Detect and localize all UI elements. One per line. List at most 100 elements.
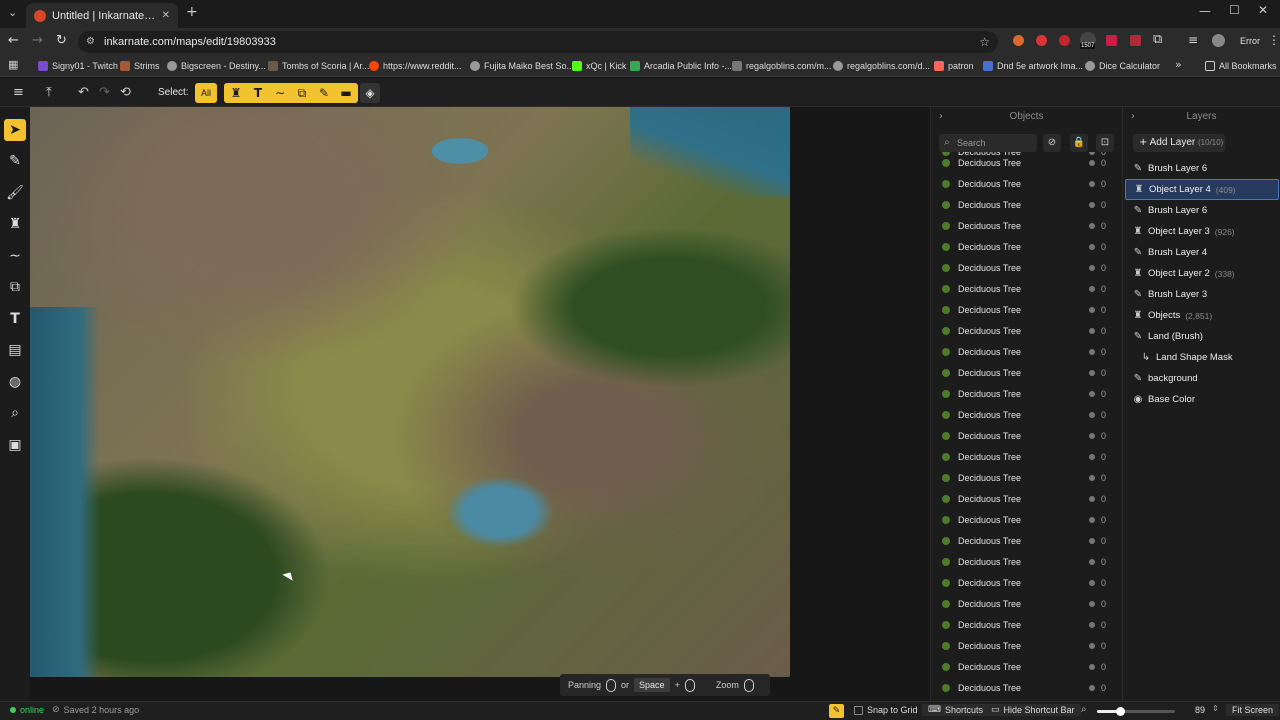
object-list-item[interactable]: Deciduous Tree 0 — [931, 299, 1123, 320]
layer-item[interactable]: ✎ Brush Layer 6 — [1125, 158, 1279, 179]
select-tool-icon[interactable]: ➤ — [4, 119, 26, 141]
select-paths-icon[interactable]: ∼ — [271, 86, 289, 100]
checkbox[interactable] — [854, 705, 863, 715]
browser-tab[interactable]: Untitled | Inkarnate - Create Fa ✕ — [26, 3, 178, 28]
reading-list-icon[interactable]: ≡ — [1188, 33, 1198, 47]
select-folder-icon[interactable]: ▬ — [337, 86, 355, 100]
zoom-stepper-icon[interactable]: ⇕ — [1212, 704, 1219, 713]
history-icon[interactable]: ⟲ — [120, 85, 131, 100]
new-tab-icon[interactable]: + — [186, 4, 198, 20]
object-list-item[interactable]: Deciduous Tree 0 — [931, 572, 1123, 593]
object-list-item[interactable]: Deciduous Tree 0 — [931, 173, 1123, 194]
object-list-item[interactable]: Deciduous Tree 0 — [931, 236, 1123, 257]
visibility-eye-icon[interactable] — [1089, 369, 1095, 376]
bookmark-item[interactable]: Dice Calculator — [1085, 59, 1160, 73]
brush-tool-icon[interactable]: 🖌 — [4, 182, 26, 204]
collapse-layers-icon[interactable]: › — [1131, 107, 1135, 127]
fit-screen-button[interactable]: Fit Screen — [1226, 704, 1280, 716]
bookmark-item[interactable]: Dnd 5e artwork Ima... — [983, 59, 1083, 73]
hide-objects-icon[interactable]: ⊘ — [1043, 134, 1061, 152]
shortcuts-button[interactable]: ⌨ Shortcuts — [922, 704, 990, 716]
select-text-icon[interactable]: T — [249, 86, 267, 100]
extension-icon[interactable] — [1013, 35, 1024, 46]
object-list-item[interactable]: Deciduous Tree 0 — [931, 635, 1123, 656]
object-list-item[interactable]: Deciduous Tree 0 — [931, 530, 1123, 551]
object-list-item[interactable]: Deciduous Tree 0 — [931, 320, 1123, 341]
visibility-eye-icon[interactable] — [1089, 348, 1095, 355]
object-list-item[interactable]: Deciduous Tree 0 — [931, 425, 1123, 446]
maximize-icon[interactable]: ☐ — [1229, 3, 1240, 17]
visibility-eye-icon[interactable] — [1089, 411, 1095, 418]
visibility-eye-icon[interactable] — [1089, 285, 1095, 292]
path-tool-icon[interactable]: ∼ — [4, 245, 26, 267]
bookmark-item[interactable]: patron — [934, 59, 974, 73]
visibility-eye-icon[interactable] — [1089, 684, 1095, 691]
layer-item[interactable]: ↳ Land Shape Mask — [1125, 347, 1279, 368]
zoom-value[interactable]: 89 — [1195, 705, 1205, 715]
visibility-eye-icon[interactable] — [1089, 537, 1095, 544]
object-list-item[interactable]: Deciduous Tree 0 — [931, 215, 1123, 236]
visibility-eye-icon[interactable] — [1089, 579, 1095, 586]
visibility-eye-icon[interactable] — [1089, 306, 1095, 313]
object-list-item[interactable]: Deciduous Tree 0 — [931, 278, 1123, 299]
menu-hamburger-icon[interactable]: ≡ — [13, 85, 24, 100]
object-list-item[interactable]: Deciduous Tree 0 — [931, 656, 1123, 677]
bookmark-item[interactable]: Tombs of Scoria | Ar... — [268, 59, 369, 73]
zoom-tool-icon[interactable]: ⌕ — [4, 402, 26, 424]
objects-list[interactable]: Deciduous Tree 0 Deciduous Tree 0 Deciduous … — [931, 152, 1123, 692]
object-list-item[interactable]: Deciduous Tree 0 — [931, 194, 1123, 215]
save-tool-icon[interactable]: ▣ — [4, 434, 26, 456]
visibility-eye-icon[interactable] — [1089, 327, 1095, 334]
profile-error-label[interactable]: Error — [1240, 36, 1260, 46]
layer-item[interactable]: ✎ Brush Layer 6 — [1125, 200, 1279, 221]
layers-toggle-icon[interactable]: ◈ — [360, 83, 380, 103]
layer-item[interactable]: ♜ Object Layer 4 (409) — [1125, 179, 1279, 200]
visibility-eye-icon[interactable] — [1089, 600, 1095, 607]
object-stamp-tool-icon[interactable]: ♜ — [4, 213, 26, 235]
object-list-item[interactable]: Deciduous Tree 0 — [931, 509, 1123, 530]
bookmark-item[interactable]: Bigscreen - Destiny... — [167, 59, 266, 73]
close-window-icon[interactable]: ✕ — [1258, 3, 1268, 17]
visibility-eye-icon[interactable] — [1089, 621, 1095, 628]
layer-item[interactable]: ♜ Objects (2,851) — [1125, 305, 1279, 326]
layer-item[interactable]: ♜ Object Layer 3 (926) — [1125, 221, 1279, 242]
visibility-eye-icon[interactable] — [1089, 495, 1095, 502]
object-list-item[interactable]: Deciduous Tree 0 — [931, 404, 1123, 425]
visibility-eye-icon[interactable] — [1089, 642, 1095, 649]
layer-item[interactable]: ✎ Brush Layer 3 — [1125, 284, 1279, 305]
object-list-item[interactable]: Deciduous Tree 0 — [931, 551, 1123, 572]
bookmark-item[interactable]: Arcadia Public Info -... — [630, 59, 732, 73]
reload-icon[interactable]: ↻ — [56, 33, 67, 48]
visibility-eye-icon[interactable] — [1089, 453, 1095, 460]
bookmark-item[interactable]: regalgoblins.com/m... — [732, 59, 832, 73]
layer-item[interactable]: ✎ background — [1125, 368, 1279, 389]
paint-tool-icon[interactable]: ✎ — [4, 150, 26, 172]
visibility-eye-icon[interactable] — [1089, 663, 1095, 670]
bookmark-star-icon[interactable]: ☆ — [979, 31, 990, 53]
globe-tool-icon[interactable]: ◍ — [4, 371, 26, 393]
shape-tool-icon[interactable]: ⧉ — [4, 276, 26, 298]
select-shapes-icon[interactable]: ⧉ — [293, 86, 311, 101]
tab-search-icon[interactable]: ⌄ — [8, 6, 17, 19]
visibility-eye-icon[interactable] — [1089, 432, 1095, 439]
extension-icon[interactable] — [1059, 35, 1070, 46]
bookmark-item[interactable]: Fujita Maiko Best So... — [470, 59, 574, 73]
visibility-eye-icon[interactable] — [1089, 390, 1095, 397]
object-list-item[interactable]: Deciduous Tree 0 — [931, 488, 1123, 509]
collapse-objects-icon[interactable]: › — [939, 107, 943, 127]
object-list-item[interactable]: Deciduous Tree 0 — [931, 152, 1123, 173]
focus-select-icon[interactable]: ⊡ — [1096, 134, 1114, 152]
address-bar[interactable]: ⚙ inkarnate.com/maps/edit/19803933 ☆ — [78, 31, 998, 53]
site-info-icon[interactable]: ⚙ — [86, 31, 95, 53]
select-labels-icon[interactable]: ✎ — [315, 86, 333, 100]
select-objects-icon[interactable]: ♜ — [227, 86, 245, 100]
add-layer-button[interactable]: + Add Layer (10/10) — [1133, 134, 1225, 152]
extension-icon[interactable] — [1106, 35, 1117, 46]
object-list-item[interactable]: Deciduous Tree 0 — [931, 362, 1123, 383]
redo-icon[interactable]: ↷ — [99, 85, 110, 100]
fantasy-map-canvas[interactable] — [30, 107, 790, 677]
visibility-eye-icon[interactable] — [1089, 180, 1095, 187]
object-list-item[interactable]: Deciduous Tree 0 — [931, 446, 1123, 467]
hide-shortcut-bar-button[interactable]: ▭ Hide Shortcut Bar — [985, 704, 1081, 716]
objects-search-input[interactable]: ⌕ Search — [939, 134, 1037, 152]
